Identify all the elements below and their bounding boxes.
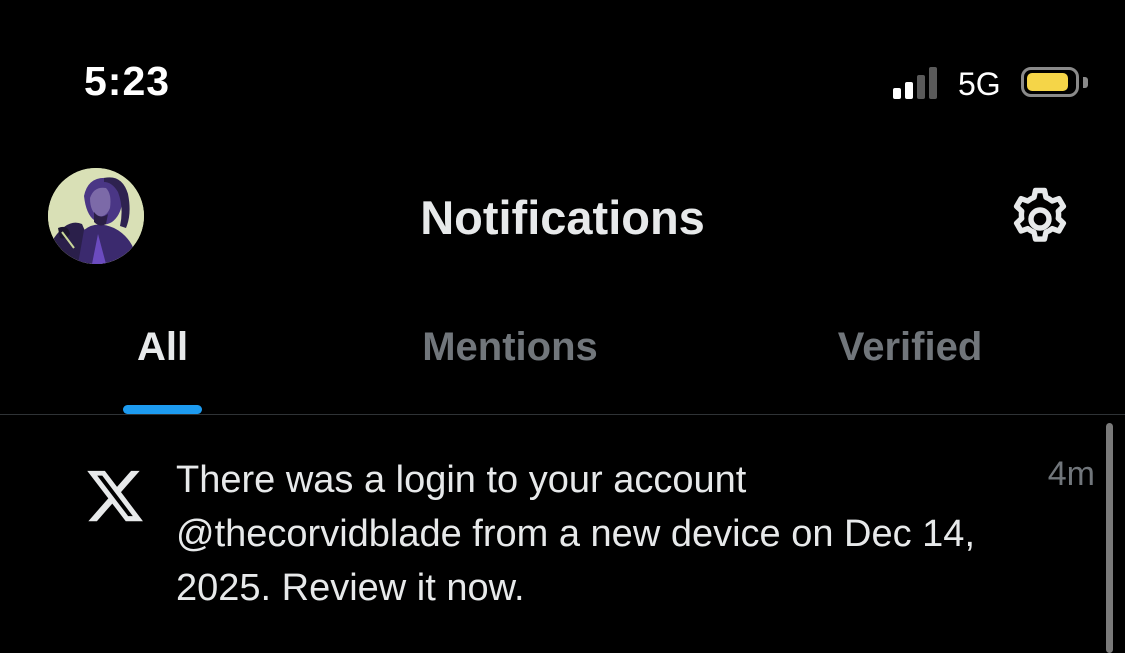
tab-verified-label: Verified [837,325,983,369]
network-type: 5G [958,66,1001,102]
notification-text: There was a login to your account @theco… [176,459,976,609]
tab-mentions[interactable]: Mentions [325,285,695,414]
notification-time: 4m [1047,455,1095,493]
battery-icon [1021,67,1079,97]
status-bar: 5:23 5G [0,0,1125,150]
signal-bar [893,88,901,99]
gear-icon [1013,187,1067,242]
page-title: Notifications [420,191,705,244]
tab-mentions-label: Mentions [422,325,598,369]
x-logo-icon [84,465,146,527]
notification-tabs: All Mentions Verified [0,285,1125,415]
notification-item[interactable]: There was a login to your account @theco… [0,415,1125,636]
settings-button[interactable] [1004,183,1076,255]
battery-fill [1027,73,1068,91]
status-time: 5:23 [84,58,171,104]
tab-verified[interactable]: Verified [695,285,1125,414]
battery-tip [1083,77,1088,88]
notifications-header: Notifications [0,150,1125,285]
signal-bar [929,67,937,99]
tab-all-label: All [136,325,189,369]
signal-bar [905,82,913,99]
active-tab-indicator [123,405,202,414]
tab-all[interactable]: All [0,285,325,414]
cellular-signal-icon [893,67,943,99]
scrollbar[interactable] [1106,423,1113,653]
signal-bar [917,75,925,99]
